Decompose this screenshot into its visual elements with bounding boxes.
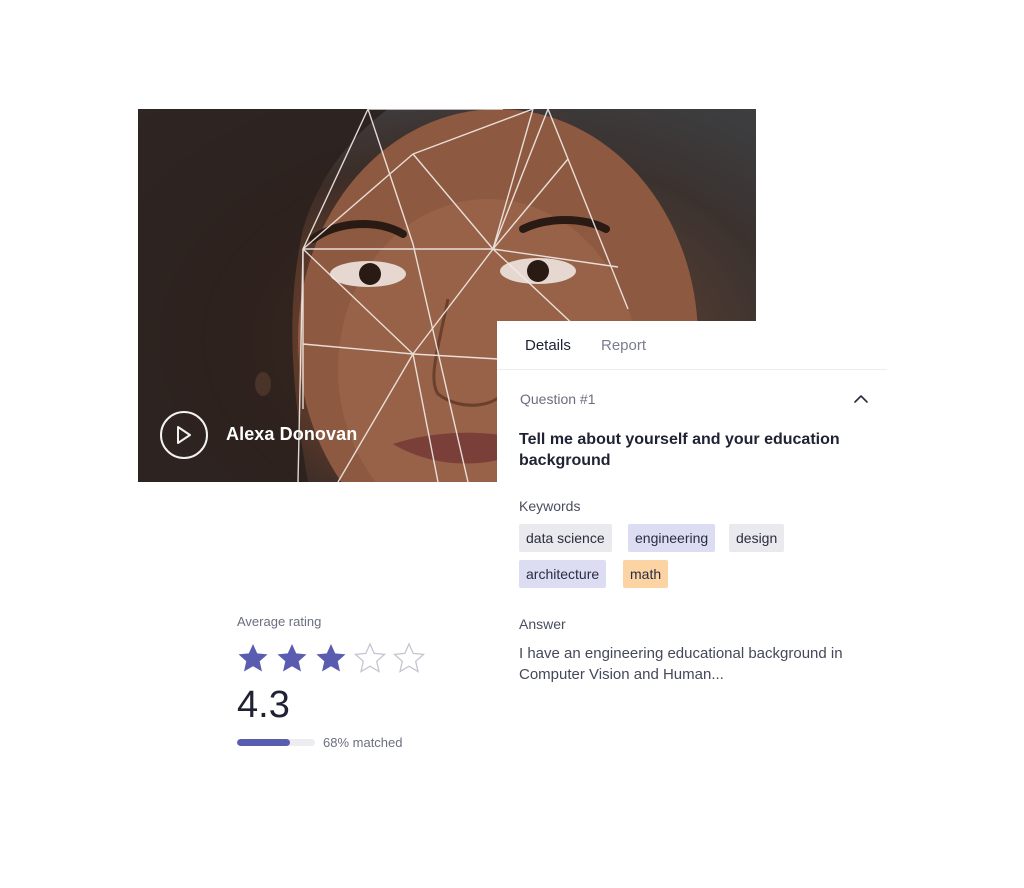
star-filled-icon [277, 644, 307, 672]
average-rating-label: Average rating [237, 614, 322, 629]
question-number: Question #1 [520, 391, 596, 407]
match-percentage: 68% matched [323, 735, 403, 750]
star-empty-icon [393, 642, 425, 673]
keyword-tag: engineering [628, 524, 716, 552]
star-filled-icon [316, 644, 346, 672]
tab-details[interactable]: Details [525, 337, 571, 354]
question-text: Tell me about yourself and your educatio… [519, 431, 840, 469]
keyword-tag: data science [519, 524, 612, 552]
answer-label: Answer [519, 616, 566, 632]
star-empty-icon [354, 642, 386, 673]
keywords-label: Keywords [519, 498, 581, 514]
rating-value: 4.3 [237, 684, 290, 726]
match-progress-bar [237, 739, 315, 746]
keyword-tag: math [623, 560, 669, 588]
match-progress-fill [237, 739, 291, 746]
tab-bar: Details Report [497, 321, 887, 370]
answer-text: I have an engineering educational backgr… [519, 645, 843, 683]
details-panel: Details Report Question #1 Tell me about… [497, 321, 887, 721]
chevron-up-icon[interactable] [853, 391, 869, 407]
keyword-tag: architecture [519, 560, 607, 588]
keyword-tag: design [729, 524, 785, 552]
star-filled-icon [238, 644, 268, 672]
tab-report[interactable]: Report [601, 337, 646, 354]
candidate-name: Alexa Donovan [226, 424, 358, 444]
play-button[interactable] [160, 411, 208, 459]
play-icon [177, 426, 191, 444]
